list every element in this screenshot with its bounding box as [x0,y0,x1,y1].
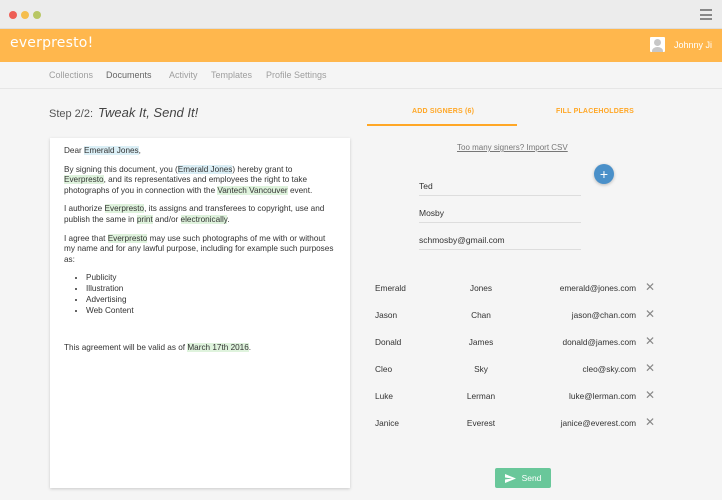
placeholder-company[interactable]: Everpresto [107,233,148,243]
placeholder-company[interactable]: Everpresto [104,204,145,214]
top-nav: Collections Documents Activity Templates… [0,62,722,89]
nav-item-profile-settings[interactable]: Profile Settings [266,70,327,80]
signer-first-name: Janice [375,418,399,428]
placeholder-company[interactable]: Everpresto [64,175,104,185]
table-row: Luke Lerman luke@lerman.com ✕ [375,388,660,405]
nav-item-documents[interactable]: Documents [106,70,152,80]
signer-first-name: Luke [375,391,393,401]
placeholder-electronic[interactable]: electronically [180,214,228,224]
plus-icon: + [599,166,609,182]
avatar [649,37,665,52]
remove-signer-icon[interactable]: ✕ [645,415,655,429]
minimize-window-button[interactable] [21,11,29,19]
signer-first-name: Donald [375,337,402,347]
import-csv-link[interactable]: Too many signers? Import CSV [457,143,568,152]
document-preview: Dear Emerald Jones, By signing this docu… [50,138,350,488]
send-button[interactable]: Send [495,468,551,488]
table-row: Emerald Jones emerald@jones.com ✕ [375,280,660,297]
table-row: Cleo Sky cleo@sky.com ✕ [375,361,660,378]
table-row: Jason Chan jason@chan.com ✕ [375,307,660,324]
tab-add-signers[interactable]: ADD SIGNERS (6) [412,108,474,115]
doc-paragraph-4: This agreement will be valid as of March… [64,342,252,352]
nav-item-collections[interactable]: Collections [49,70,93,80]
send-icon [504,473,516,483]
remove-signer-icon[interactable]: ✕ [645,307,655,321]
step-heading: Step 2/2: Tweak It, Send It! [49,105,198,120]
remove-signer-icon[interactable]: ✕ [645,280,655,294]
placeholder-print[interactable]: print [136,214,153,224]
placeholder-event[interactable]: Vantech Vancouver [217,185,288,195]
step-label: Step 2/2: [49,108,94,120]
email-field[interactable]: schmosby@gmail.com [419,233,581,250]
user-menu[interactable]: Johnny Ji [649,37,712,52]
placeholder-name[interactable]: Emerald Jones [177,164,233,174]
purposes-list: Publicity Illustration Advertising Web C… [86,273,336,316]
signer-last-name: James [468,337,494,347]
app-header: everpresto! Johnny Ji [0,29,722,62]
signer-email: cleo@sky.com [582,364,636,374]
placeholder-date[interactable]: March 17th 2016 [187,342,249,352]
signer-email: donald@james.com [562,337,636,347]
remove-signer-icon[interactable]: ✕ [645,334,655,348]
signer-email: jason@chan.com [571,310,636,320]
signer-first-name: Jason [375,310,398,320]
page-title: Tweak It, Send It! [98,105,199,120]
send-label: Send [521,473,542,483]
doc-paragraph-2: I authorize Everpresto, its assigns and … [64,204,325,224]
user-name: Johnny Ji [673,39,712,50]
active-tab-indicator [367,124,517,126]
table-row: Donald James donald@james.com ✕ [375,334,660,351]
list-item: Web Content [86,306,336,317]
first-name-field[interactable]: Ted [419,179,581,196]
app-logo[interactable]: everpresto! [10,35,93,51]
remove-signer-icon[interactable]: ✕ [645,388,655,402]
list-item: Illustration [86,284,336,295]
maximize-window-button[interactable] [33,11,41,19]
placeholder-name[interactable]: Emerald Jones [84,146,139,155]
signer-email: emerald@jones.com [559,283,636,293]
signer-last-name: Chan [471,310,491,320]
doc-paragraph-3: I agree that Everpresto may use such pho… [64,233,334,264]
signer-last-name: Jones [469,283,493,293]
doc-greeting: Dear Emerald Jones, [64,146,141,155]
nav-item-templates[interactable]: Templates [211,70,252,80]
remove-signer-icon[interactable]: ✕ [645,361,655,375]
signer-last-name: Lerman [466,391,496,401]
tab-fill-placeholders[interactable]: FILL PLACEHOLDERS [556,108,634,115]
signer-last-name: Sky [474,364,488,374]
nav-item-activity[interactable]: Activity [169,70,198,80]
signer-email: luke@lerman.com [569,391,636,401]
add-signer-button[interactable]: + [594,164,614,184]
signer-first-name: Cleo [375,364,393,374]
close-window-button[interactable] [9,11,17,19]
signer-email: janice@everest.com [560,418,636,428]
signer-last-name: Everest [466,418,496,428]
doc-paragraph-1: By signing this document, you (Emerald J… [64,164,313,195]
list-item: Advertising [86,295,336,306]
list-item: Publicity [86,273,336,284]
hamburger-menu-icon[interactable] [700,9,712,20]
signer-first-name: Emerald [375,283,406,293]
window-titlebar [0,0,722,29]
table-row: Janice Everest janice@everest.com ✕ [375,415,660,432]
last-name-field[interactable]: Mosby [419,206,581,223]
